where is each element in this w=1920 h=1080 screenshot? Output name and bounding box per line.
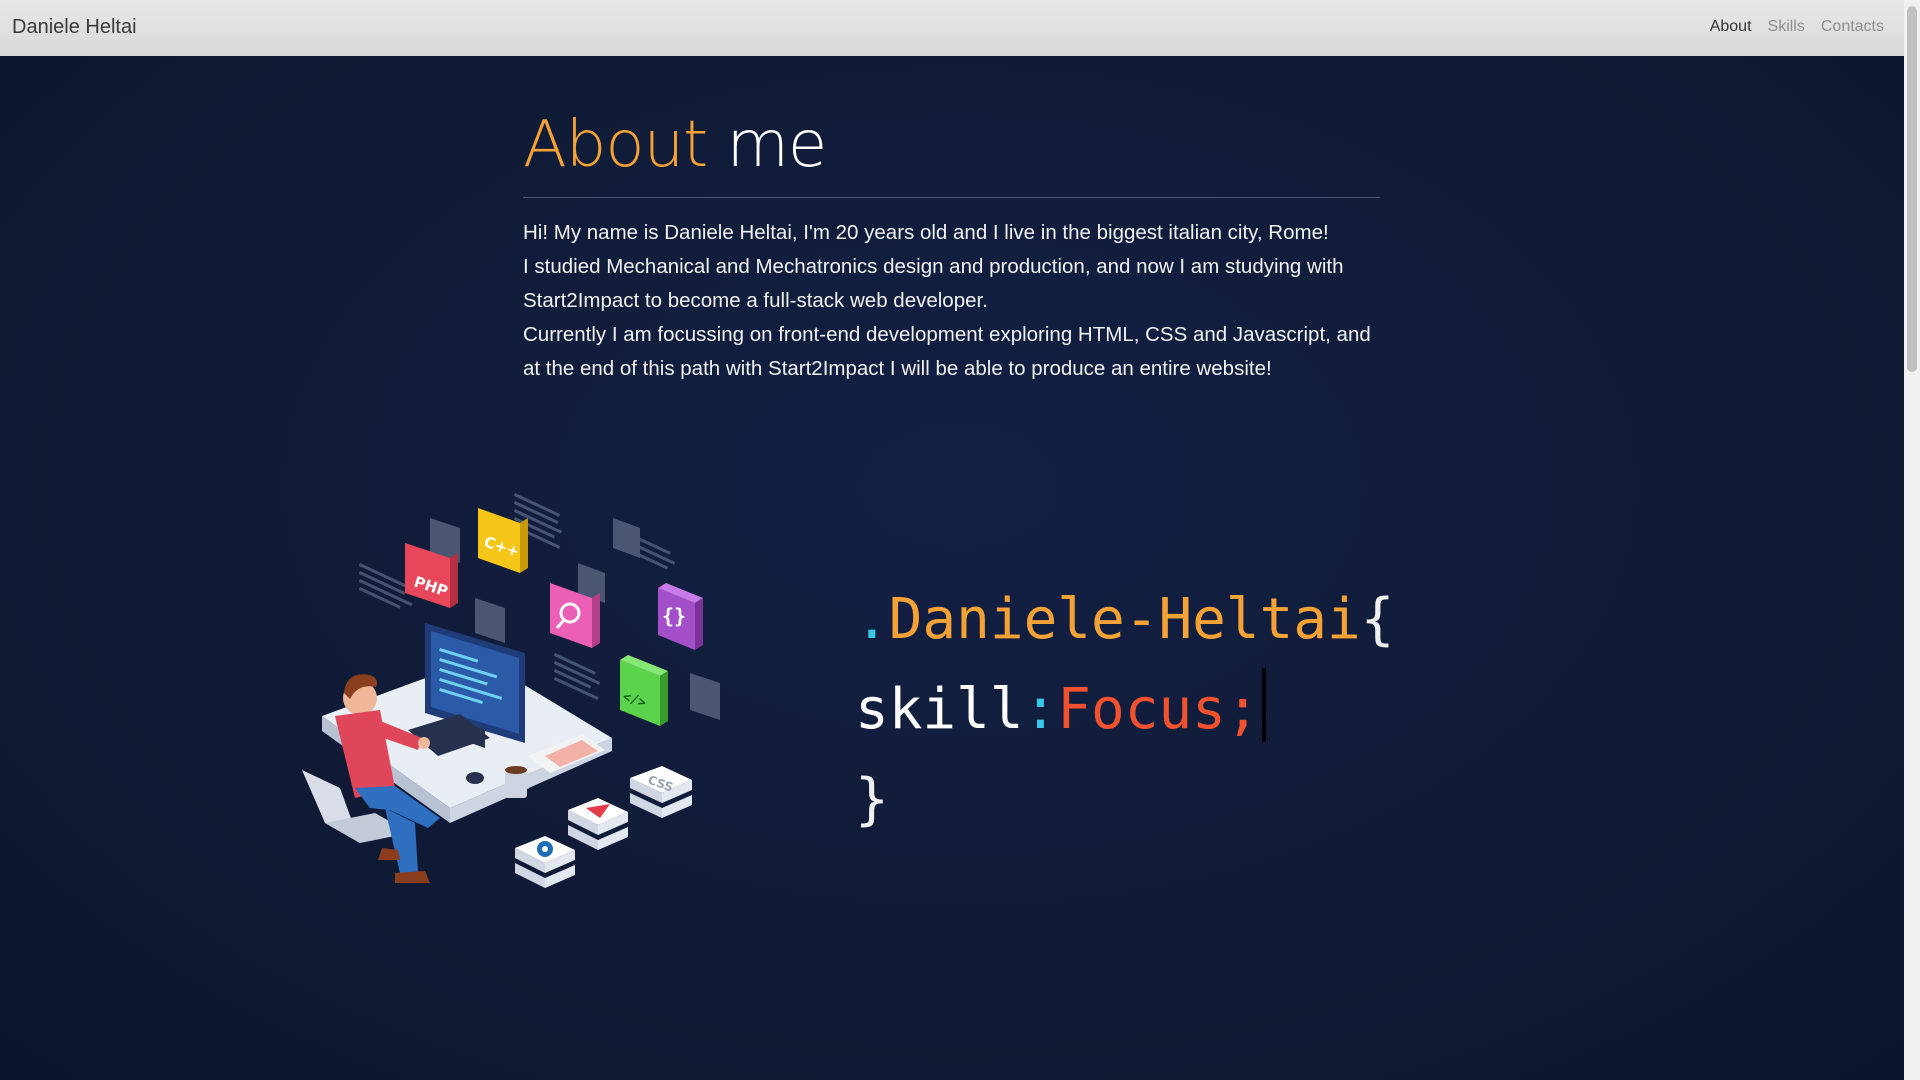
code-colon: : <box>1023 677 1058 742</box>
code-class-name: Daniele-Heltai <box>888 587 1361 652</box>
developer-at-desk-image: PHP C++ {} </> CSS <box>302 493 720 888</box>
page-scrollbar[interactable] <box>1904 0 1920 1080</box>
top-navbar: Daniele Heltai About Skills Contacts <box>0 0 1904 56</box>
nav-links: About Skills Contacts <box>1710 18 1884 36</box>
mouse-icon <box>466 772 484 784</box>
developer-illustration: PHP C++ {} </> CSS <box>300 488 730 918</box>
nav-link-skills[interactable]: Skills <box>1768 18 1805 36</box>
about-heading-accent: About <box>523 108 708 182</box>
about-section: About me Hi! My name is Daniele Heltai, … <box>523 100 1380 386</box>
about-paragraph-3: Currently I am focussing on front-end de… <box>523 323 1371 380</box>
code-tag-tile-icon: </> <box>620 655 668 726</box>
svg-text:{}: {} <box>662 604 686 628</box>
code-line-selector: .Daniele-Heltai{ <box>855 575 1394 665</box>
code-line-close: } <box>855 755 1394 845</box>
code-line-declaration: skill:Focus; <box>855 665 1394 755</box>
brand-logo-text[interactable]: Daniele Heltai <box>12 16 137 39</box>
play-tile-icon <box>568 798 628 850</box>
css-tile-icon: CSS <box>630 766 692 818</box>
braces-tile-icon: {} <box>658 583 703 650</box>
about-heading: About me <box>523 100 1380 190</box>
nav-link-contacts[interactable]: Contacts <box>1821 18 1884 36</box>
about-description: Hi! My name is Daniele Heltai, I'm 20 ye… <box>523 216 1380 386</box>
typing-cursor <box>1261 668 1266 742</box>
code-open-brace: { <box>1360 587 1395 652</box>
section-divider <box>523 197 1380 198</box>
code-dot: . <box>855 587 889 652</box>
code-property: skill <box>855 677 1024 742</box>
nav-link-about[interactable]: About <box>1710 18 1752 36</box>
about-heading-rest: me <box>726 108 828 182</box>
cpp-tile-icon: C++ <box>478 508 528 573</box>
gear-tile-icon <box>515 836 575 888</box>
about-paragraph-2: I studied Mechanical and Mechatronics de… <box>523 255 1344 312</box>
scrollbar-thumb[interactable] <box>1907 6 1917 372</box>
code-close-brace: } <box>855 767 889 832</box>
code-snippet: .Daniele-Heltai{ skill:Focus; } <box>855 575 1394 845</box>
about-paragraph-1: Hi! My name is Daniele Heltai, I'm 20 ye… <box>523 221 1329 244</box>
code-value-typewriter: Focus; <box>1057 677 1260 742</box>
